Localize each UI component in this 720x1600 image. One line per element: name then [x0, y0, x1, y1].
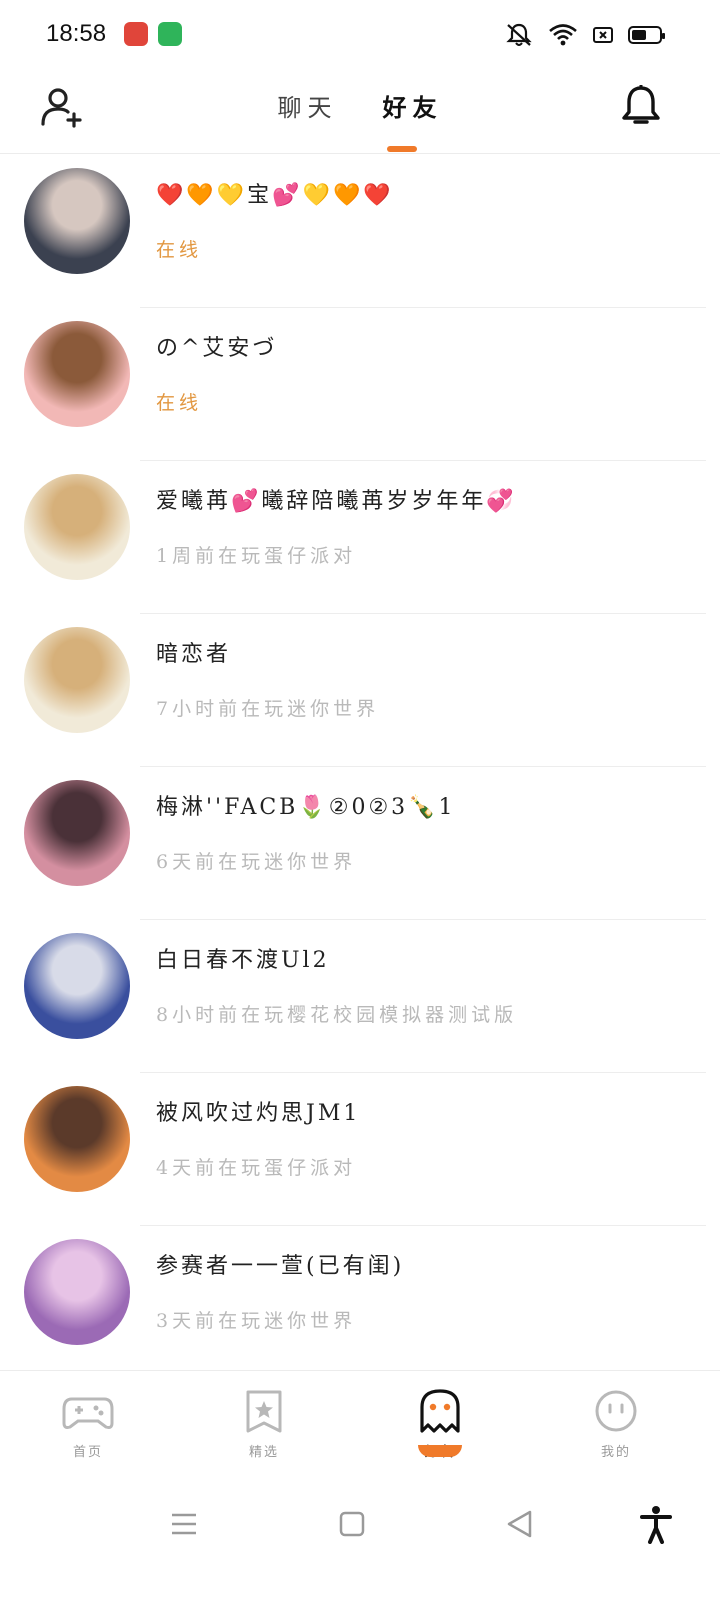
home-square-icon[interactable]	[332, 1504, 372, 1544]
status-icons	[504, 22, 665, 48]
mute-bell-icon	[506, 23, 532, 46]
tab-friends[interactable]: 好友	[383, 88, 443, 123]
friend-name: 爱曦苒💕曦辞陪曦苒岁岁年年💞	[156, 489, 517, 514]
friend-name: 参赛者一一萱(已有闺)	[156, 1254, 405, 1279]
gamepad-icon	[62, 1397, 114, 1429]
last-played-status: 8小时前在玩樱花校园模拟器测试版	[156, 1004, 518, 1026]
nav-featured-label: 精选	[248, 1445, 279, 1460]
status-time: 18:58	[46, 20, 107, 47]
star-bookmark-icon	[246, 1390, 282, 1433]
tab-chat[interactable]: 聊天	[277, 88, 337, 123]
friend-row[interactable]: ❤️🧡💛宝💕💛🧡❤️ 在线	[0, 155, 720, 308]
friend-row[interactable]: 被风吹过灼思JM1 4天前在玩蛋仔派对	[0, 1073, 720, 1226]
friend-name: 被风吹过灼思JM1	[156, 1101, 361, 1126]
friend-row[interactable]: 爱曦苒💕曦辞陪曦苒岁岁年年💞 1周前在玩蛋仔派对	[0, 461, 720, 614]
friend-name: 暗恋者	[156, 642, 232, 667]
avatar[interactable]	[24, 627, 130, 733]
active-tab-indicator	[387, 146, 417, 152]
accessibility-icon[interactable]	[636, 1504, 676, 1544]
nav-featured[interactable]: 精选	[204, 1389, 324, 1460]
friend-name: 白日春不渡Ul2	[156, 948, 330, 973]
no-sim-icon	[593, 27, 613, 43]
bottom-nav: 首页 精选 好友 我的	[0, 1370, 720, 1470]
nav-home-label: 首页	[72, 1445, 103, 1460]
avatar[interactable]	[24, 321, 130, 427]
notification-app-icon-red	[124, 22, 148, 46]
nav-profile-label: 我的	[600, 1445, 631, 1460]
friend-name: 梅淋''FACB🌷②0②3🍾1	[156, 795, 456, 820]
friend-row[interactable]: 参赛者一一萱(已有闺) 3天前在玩迷你世界	[0, 1226, 720, 1379]
friend-row[interactable]: 梅淋''FACB🌷②0②3🍾1 6天前在玩迷你世界	[0, 767, 720, 920]
avatar[interactable]	[24, 933, 130, 1039]
friend-name: の^艾安づ	[156, 336, 278, 361]
avatar[interactable]	[24, 780, 130, 886]
top-bar: 聊天 好友	[0, 70, 720, 154]
online-status: 在线	[156, 392, 203, 414]
last-played-status: 4天前在玩蛋仔派对	[156, 1157, 357, 1179]
friend-row[interactable]: の^艾安づ在线	[0, 308, 720, 461]
nav-profile[interactable]: 我的	[556, 1389, 676, 1460]
tab-bar: 聊天 好友	[0, 88, 720, 123]
wifi-icon	[549, 24, 577, 46]
nav-home[interactable]: 首页	[28, 1389, 148, 1460]
notification-app-icon-green	[158, 22, 182, 46]
menu-icon[interactable]	[164, 1504, 204, 1544]
avatar[interactable]	[24, 1086, 130, 1192]
avatar[interactable]	[24, 1239, 130, 1345]
friend-name: ❤️🧡💛宝💕💛🧡❤️	[156, 183, 394, 208]
avatar[interactable]	[24, 474, 130, 580]
avatar[interactable]	[24, 168, 130, 274]
active-nav-indicator	[418, 1445, 462, 1457]
system-nav-bar	[0, 1490, 720, 1560]
back-triangle-icon[interactable]	[500, 1504, 540, 1544]
ghost-icon	[420, 1389, 460, 1433]
friend-row[interactable]: 白日春不渡Ul2 8小时前在玩樱花校园模拟器测试版	[0, 920, 720, 1073]
face-icon	[595, 1390, 637, 1432]
friend-list: ❤️🧡💛宝💕💛🧡❤️ 在线 の^艾安づ 在线 爱曦苒💕曦辞陪曦苒岁岁年年💞 1周前在玩蛋仔…	[0, 155, 720, 1379]
bell-icon[interactable]	[618, 84, 664, 130]
online-status: 在线	[156, 239, 203, 261]
last-played-status: 7小时前在玩迷你世界	[156, 698, 380, 720]
last-played-status: 6天前在玩迷你世界	[156, 851, 357, 873]
last-played-status: 1周前在玩蛋仔派对	[156, 545, 357, 567]
friend-row[interactable]: 暗恋者 7小时前在玩迷你世界	[0, 614, 720, 767]
battery-icon	[628, 26, 665, 44]
last-played-status: 3天前在玩迷你世界	[156, 1310, 357, 1332]
status-bar: 18:58	[0, 0, 720, 70]
